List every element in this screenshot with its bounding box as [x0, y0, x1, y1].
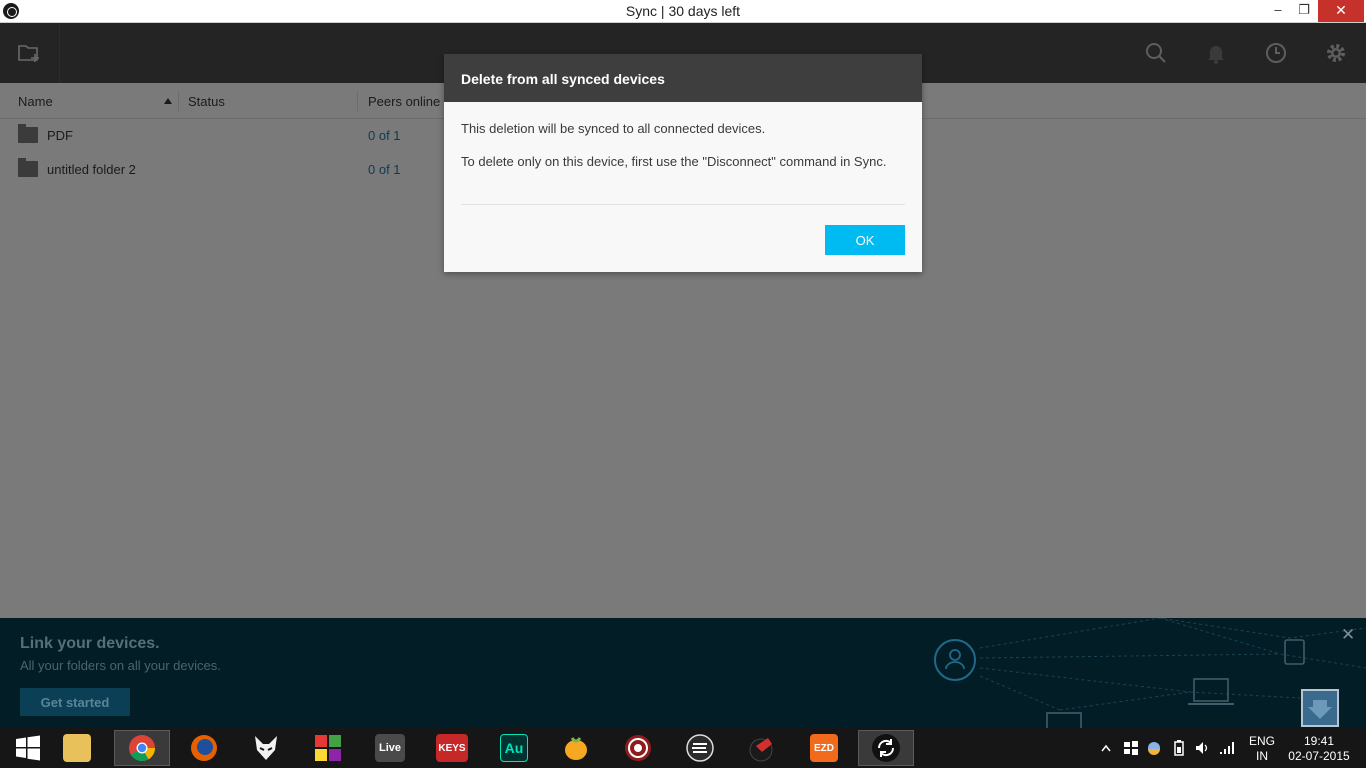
minimize-button[interactable]: –: [1266, 0, 1290, 22]
sort-asc-icon[interactable]: [164, 98, 172, 104]
language-code: ENG: [1249, 734, 1276, 748]
tray-expand-icon[interactable]: [1101, 744, 1111, 752]
window-titlebar: Sync | 30 days left – ❐ ✕: [0, 0, 1366, 23]
devices-network-illustration: [934, 618, 1366, 728]
folder-icon: [18, 158, 38, 177]
gear-icon[interactable]: [1324, 41, 1348, 65]
close-banner-icon[interactable]: ✕: [1341, 625, 1355, 645]
banner-title: Link your devices.: [20, 635, 160, 652]
dialog-title: Delete from all synced devices: [444, 54, 922, 102]
column-status[interactable]: Status: [188, 94, 225, 109]
clock-time: 19:41: [1303, 734, 1335, 748]
add-folder-button[interactable]: [0, 23, 60, 83]
link-devices-banner: Link your devices. All your folders on a…: [0, 618, 1366, 728]
column-name[interactable]: Name: [18, 94, 53, 109]
maximize-button[interactable]: ❐: [1292, 0, 1316, 22]
battery-icon[interactable]: [1171, 740, 1187, 756]
system-tray: ENG IN 19:41 02-07-2015: [0, 728, 1366, 768]
tray-app-icon[interactable]: [1147, 741, 1161, 755]
download-arrow-icon: [1308, 700, 1332, 719]
close-window-button[interactable]: ✕: [1318, 0, 1364, 22]
action-center-icon[interactable]: [1124, 741, 1138, 755]
search-icon[interactable]: [1144, 41, 1168, 65]
download-button[interactable]: [1301, 689, 1339, 727]
volume-icon[interactable]: [1195, 740, 1211, 756]
ok-button[interactable]: OK: [825, 225, 905, 255]
bell-icon[interactable]: [1204, 41, 1228, 65]
input-language[interactable]: ENG IN: [1249, 734, 1275, 764]
window-title: Sync | 30 days left: [625, 3, 741, 19]
system-clock[interactable]: 19:41 02-07-2015: [1288, 734, 1350, 764]
folder-name: untitled folder 2: [47, 162, 136, 177]
dialog-body: This deletion will be synced to all conn…: [444, 102, 922, 170]
taskbar: Live KEYS Au EZD ENG IN 19:41 02-07-2015: [0, 728, 1366, 768]
add-folder-icon: [18, 45, 39, 62]
peers-count: 0 of 1: [368, 162, 401, 177]
clock-date: 02-07-2015: [1288, 749, 1350, 763]
delete-dialog: Delete from all synced devices This dele…: [444, 54, 922, 272]
column-peers[interactable]: Peers online: [368, 94, 440, 109]
get-started-button[interactable]: Get started: [20, 688, 130, 716]
network-signal-icon[interactable]: [1219, 740, 1235, 756]
dialog-message: This deletion will be synced to all conn…: [461, 121, 766, 136]
folder-name: PDF: [47, 128, 73, 143]
region-code: IN: [1256, 749, 1268, 763]
dialog-divider: [461, 204, 905, 205]
peers-count: 0 of 1: [368, 128, 401, 143]
banner-subtitle: All your folders on all your devices.: [20, 658, 221, 673]
folder-icon: [18, 124, 38, 143]
dialog-message-detail: To delete only on this device, first use…: [461, 154, 887, 169]
history-icon[interactable]: [1264, 41, 1288, 65]
